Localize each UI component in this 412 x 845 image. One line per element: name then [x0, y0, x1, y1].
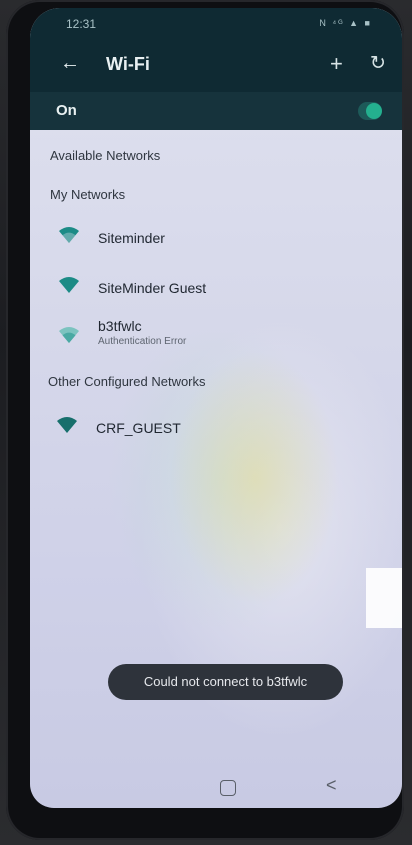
nav-bar: <	[30, 768, 402, 808]
page-title: Wi-Fi	[106, 54, 150, 74]
network-row-crf-guest[interactable]: CRF_GUEST	[30, 406, 402, 450]
section-available-networks: Available Networks	[50, 148, 161, 163]
section-my-networks: My Networks	[50, 187, 126, 202]
wifi-signal-icon	[59, 227, 79, 243]
home-square-icon[interactable]	[220, 780, 236, 796]
network-name: Siteminder	[98, 230, 165, 246]
status-bar: 12:31 N ⁴ᴳ ▲ ■	[30, 8, 402, 40]
toast-message: Could not connect to b3tfwlc	[108, 664, 343, 700]
status-time: 12:31	[66, 17, 97, 31]
phone-body: 12:31 N ⁴ᴳ ▲ ■ ← Wi-Fi + ↻ On Available …	[6, 0, 404, 840]
screen-glare	[366, 568, 402, 628]
wifi-signal-weak-icon	[59, 327, 79, 343]
network-name: CRF_GUEST	[96, 420, 181, 436]
chevron-left-icon[interactable]: <	[326, 775, 337, 796]
plus-icon[interactable]: +	[330, 51, 343, 77]
network-row-siteminder[interactable]: Siteminder	[30, 216, 402, 260]
network-status: Authentication Error	[98, 336, 187, 347]
arrow-left-icon[interactable]: ←	[60, 52, 80, 75]
wifi-toggle-label: On	[56, 102, 77, 119]
refresh-icon[interactable]: ↻	[370, 52, 386, 75]
network-name: b3tfwlc	[98, 318, 142, 334]
network-row-siteminder-guest[interactable]: SiteMinder Guest	[30, 266, 402, 310]
phone-screen: 12:31 N ⁴ᴳ ▲ ■ ← Wi-Fi + ↻ On Available …	[30, 8, 402, 808]
toggle-knob	[366, 103, 382, 119]
app-bar: ← Wi-Fi + ↻	[30, 40, 402, 92]
wifi-toggle-switch[interactable]	[358, 102, 382, 120]
network-name: SiteMinder Guest	[98, 280, 207, 296]
wifi-signal-icon	[59, 277, 79, 293]
wifi-toggle-bar[interactable]: On	[30, 92, 402, 130]
wifi-signal-icon	[57, 417, 77, 433]
section-other-configured-networks: Other Configured Networks	[48, 374, 206, 389]
status-indicators: N ⁴ᴳ ▲ ■	[319, 18, 372, 28]
network-row-b3tfwlc[interactable]: b3tfwlc Authentication Error	[30, 312, 402, 360]
